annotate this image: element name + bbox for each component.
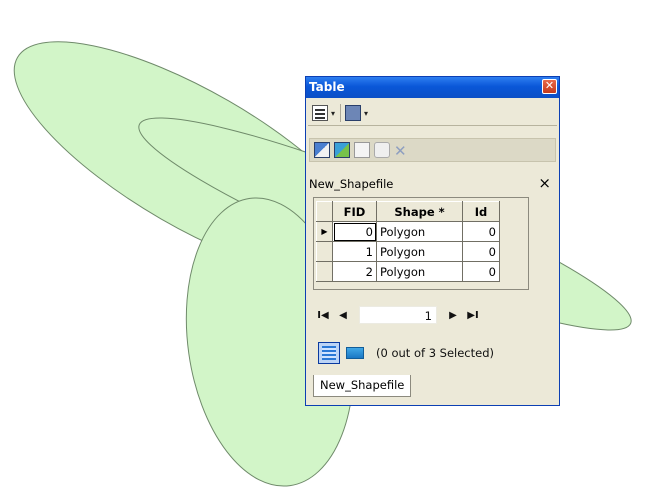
row-selector[interactable] xyxy=(316,241,333,262)
cell-shape[interactable]: Polygon xyxy=(376,241,463,262)
table-row[interactable]: 1 Polygon 0 xyxy=(316,241,500,262)
table-options-button[interactable]: ▾ xyxy=(312,103,335,123)
first-record-button[interactable]: I◀ xyxy=(313,310,333,321)
cell-fid[interactable]: 2 xyxy=(332,261,377,282)
zoom-to-selected-icon xyxy=(374,142,390,158)
cell-id[interactable]: 0 xyxy=(462,261,500,282)
row-selector[interactable] xyxy=(316,261,333,282)
selection-count: (0 out of 3 Selected) xyxy=(376,346,494,360)
show-selected-records-button[interactable] xyxy=(346,347,364,359)
previous-record-button[interactable]: ◀ xyxy=(333,310,353,321)
table-tab-title: New_Shapefile xyxy=(309,177,394,191)
table-window: Table ✕ ▾ ▾ ✕ New_Shapefile × FID Shape … xyxy=(305,76,560,406)
chevron-down-icon: ▾ xyxy=(331,108,336,118)
next-record-button[interactable]: ▶ xyxy=(443,310,463,321)
window-title: Table xyxy=(309,80,345,94)
table-row[interactable]: ▶ 0 Polygon 0 xyxy=(316,221,500,242)
attribute-grid: FID Shape * Id ▶ 0 Polygon 0 1 Polygon 0 xyxy=(313,197,529,290)
cell-id[interactable]: 0 xyxy=(462,221,500,242)
clear-selection-icon xyxy=(354,142,370,158)
table-toolbar: ▾ ▾ xyxy=(308,101,557,126)
cell-fid[interactable]: 1 xyxy=(332,241,377,262)
last-record-button[interactable]: ▶I xyxy=(463,310,483,321)
delete-icon: ✕ xyxy=(394,142,407,160)
cell-fid[interactable]: 0 xyxy=(332,221,377,242)
column-header-id[interactable]: Id xyxy=(462,201,500,222)
table-tab-new-shapefile[interactable]: New_Shapefile xyxy=(313,375,412,397)
column-header-fid[interactable]: FID xyxy=(332,201,377,222)
table-options-icon xyxy=(312,105,328,121)
selection-status-bar: (0 out of 3 Selected) xyxy=(313,337,532,369)
close-window-button[interactable]: ✕ xyxy=(542,79,557,94)
toolbar-separator xyxy=(340,104,342,122)
related-tables-button[interactable]: ▾ xyxy=(345,103,368,123)
delete-selected-button[interactable]: ✕ xyxy=(394,140,408,160)
select-by-attributes-icon xyxy=(314,142,330,158)
attribute-table: FID Shape * Id ▶ 0 Polygon 0 1 Polygon 0 xyxy=(316,201,500,282)
cell-id[interactable]: 0 xyxy=(462,241,500,262)
close-table-tab-button[interactable]: × xyxy=(538,174,551,192)
cell-shape[interactable]: Polygon xyxy=(376,261,463,282)
window-title-bar[interactable]: Table ✕ xyxy=(306,77,559,98)
switch-selection-button[interactable] xyxy=(334,140,350,160)
clear-selection-button[interactable] xyxy=(354,140,370,160)
table-row[interactable]: 2 Polygon 0 xyxy=(316,261,500,282)
current-record-field[interactable]: 1 xyxy=(359,306,437,324)
selection-toolbar: ✕ xyxy=(309,138,556,162)
related-tables-icon xyxy=(345,105,362,121)
record-navigation: I◀ ◀ 1 ▶ ▶I xyxy=(313,300,532,330)
switch-selection-icon xyxy=(334,142,350,158)
column-header-shape[interactable]: Shape * xyxy=(376,201,463,222)
cell-shape[interactable]: Polygon xyxy=(376,221,463,242)
select-by-attributes-button[interactable] xyxy=(314,140,330,160)
close-icon: ✕ xyxy=(544,79,555,92)
row-selector[interactable]: ▶ xyxy=(316,221,333,242)
chevron-down-icon: ▾ xyxy=(364,108,369,118)
row-header-corner[interactable] xyxy=(316,201,333,222)
show-all-records-button[interactable] xyxy=(318,342,340,364)
zoom-to-selected-button[interactable] xyxy=(374,140,390,160)
